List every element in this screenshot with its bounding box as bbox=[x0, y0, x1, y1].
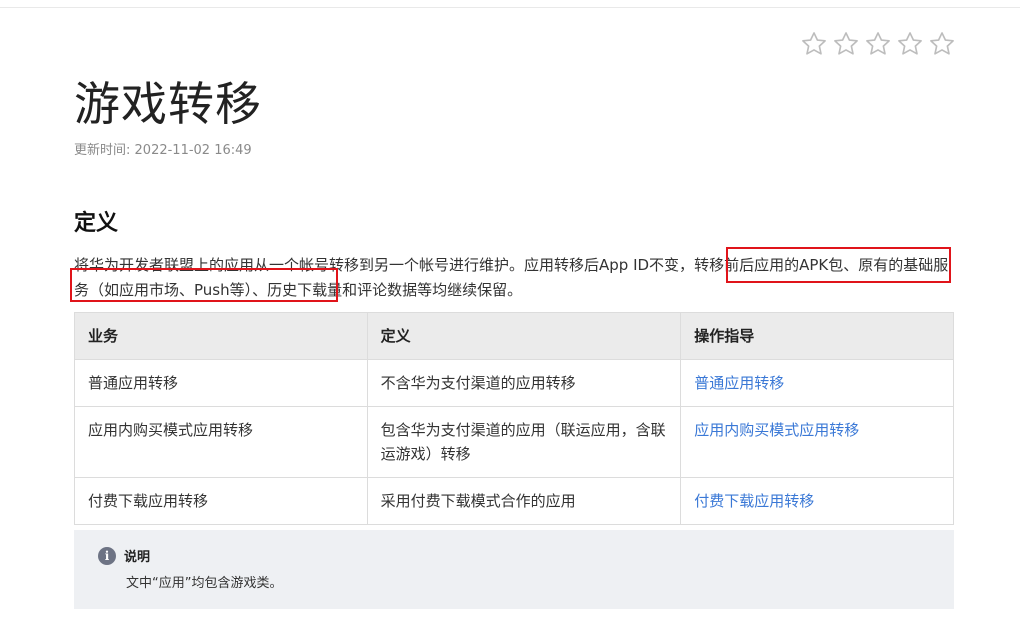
table-header-cell: 定义 bbox=[366, 312, 682, 360]
definition-paragraph: 将华为开发者联盟上的应用从一个帐号转移到另一个帐号进行维护。应用转移后App I… bbox=[74, 253, 954, 303]
definition-text-part1: 将华为开发者联盟上的应用从一个帐号转移到另一个帐号进行维护。应用转移后App I… bbox=[74, 256, 695, 274]
star-icon[interactable] bbox=[896, 30, 926, 60]
table-cell-guide: 付费下载应用转移 bbox=[680, 477, 954, 525]
update-time-label: 更新时间: bbox=[74, 143, 131, 158]
note-box: i 说明 文中“应用”均包含游戏类。 bbox=[74, 530, 954, 609]
table-cell-definition: 采用付费下载模式合作的应用 bbox=[366, 477, 682, 525]
note-header: i 说明 bbox=[98, 546, 150, 565]
page-title: 游戏转移 bbox=[74, 77, 262, 131]
business-table: 业务 定义 操作指导 普通应用转移 不含华为支付渠道的应用转移 普通应用转移 应… bbox=[74, 312, 954, 525]
note-title: 说明 bbox=[124, 550, 151, 565]
guide-link[interactable]: 普通应用转移 bbox=[694, 374, 784, 392]
update-time-value: 2022-11-02 16:49 bbox=[134, 143, 252, 158]
table-row: 普通应用转移 不含华为支付渠道的应用转移 普通应用转移 bbox=[74, 359, 954, 407]
table-header-cell: 操作指导 bbox=[680, 312, 954, 360]
table-cell-guide: 应用内购买模式应用转移 bbox=[680, 406, 954, 478]
rating-stars[interactable] bbox=[800, 30, 958, 60]
top-divider bbox=[0, 7, 1020, 8]
guide-link[interactable]: 付费下载应用转移 bbox=[694, 492, 814, 510]
star-icon[interactable] bbox=[928, 30, 958, 60]
section-heading-definition: 定义 bbox=[74, 211, 119, 236]
info-icon: i bbox=[98, 546, 116, 565]
table-cell-business: 应用内购买模式应用转移 bbox=[74, 406, 368, 478]
table-cell-business: 付费下载应用转移 bbox=[74, 477, 368, 525]
table-row: 应用内购买模式应用转移 包含华为支付渠道的应用（联运应用，含联运游戏）转移 应用… bbox=[74, 406, 954, 478]
table-row: 付费下载应用转移 采用付费下载模式合作的应用 付费下载应用转移 bbox=[74, 477, 954, 525]
guide-link[interactable]: 应用内购买模式应用转移 bbox=[694, 421, 859, 439]
star-icon[interactable] bbox=[832, 30, 862, 60]
definition-text-part2: 、历史下载量和评论数据等均继续保留。 bbox=[252, 281, 523, 299]
table-cell-definition: 包含华为支付渠道的应用（联运应用，含联运游戏）转移 bbox=[366, 406, 682, 478]
table-cell-business: 普通应用转移 bbox=[74, 359, 368, 407]
table-cell-guide: 普通应用转移 bbox=[680, 359, 954, 407]
table-cell-definition: 不含华为支付渠道的应用转移 bbox=[366, 359, 682, 407]
table-header-row: 业务 定义 操作指导 bbox=[74, 312, 954, 360]
star-icon[interactable] bbox=[800, 30, 830, 60]
star-icon[interactable] bbox=[864, 30, 894, 60]
table-header-cell: 业务 bbox=[74, 312, 368, 360]
update-time: 更新时间: 2022-11-02 16:49 bbox=[74, 139, 252, 158]
note-text: 文中“应用”均包含游戏类。 bbox=[126, 576, 283, 591]
